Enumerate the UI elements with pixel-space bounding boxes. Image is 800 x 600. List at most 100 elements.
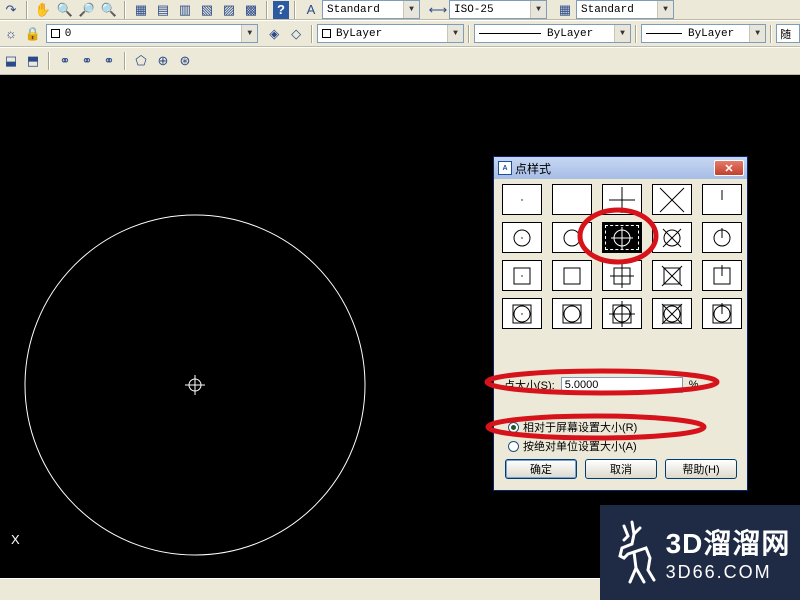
3d-orbit-icon[interactable]: ⬠ — [131, 52, 151, 70]
layer-select[interactable]: 0 ▼ — [45, 24, 259, 43]
union-icon[interactable]: ⚭ — [55, 52, 75, 70]
point-style-circle-square-x[interactable] — [652, 298, 692, 329]
modify-toolbar: ⬓ ⬒ ⚭ ⚭ ⚭ ⬠ ⊕ ⊛ — [0, 47, 800, 75]
layers-toolbar: ☼ 🔒 0 ▼ ◈ ◇ ByLayer ▼ ByLayer ▼ ByLayer … — [0, 20, 800, 47]
chevron-down-icon: ▼ — [447, 25, 464, 42]
radio-selected-icon — [508, 421, 519, 433]
point-style-circle-square-tick[interactable] — [702, 298, 742, 329]
properties-icon[interactable]: ▦ — [131, 1, 151, 19]
point-size-row: 点大小(S): 5.0000 % — [504, 377, 699, 393]
layer-lock-icon[interactable]: 🔒 — [23, 25, 43, 43]
markup-icon[interactable]: ▨ — [219, 1, 239, 19]
point-style-circle-dot[interactable] — [502, 222, 542, 253]
intersect-icon[interactable]: ⚭ — [99, 52, 119, 70]
radio-relative-to-screen[interactable]: 相对于屏幕设置大小(R) — [508, 419, 637, 435]
help-icon[interactable]: ? — [273, 0, 289, 19]
point-style-square-tick[interactable] — [702, 260, 742, 291]
dialog-title: 点样式 — [515, 161, 552, 176]
separator — [634, 24, 637, 43]
separator — [294, 0, 296, 19]
plot-style-select[interactable]: 随 — [776, 24, 800, 43]
radio-unselected-icon — [508, 440, 519, 452]
color-swatch — [322, 29, 331, 38]
chevron-down-icon: ▼ — [530, 1, 546, 18]
free-orbit-icon[interactable]: ⊕ — [153, 52, 173, 70]
subtract-icon[interactable]: ⚭ — [77, 52, 97, 70]
layer-previous-icon[interactable]: ◇ — [286, 25, 306, 43]
tool-palettes-icon[interactable]: ▥ — [175, 1, 195, 19]
point-style-circle-square[interactable] — [552, 298, 592, 329]
chevron-down-icon: ▼ — [403, 1, 419, 18]
layer-color-swatch — [50, 29, 60, 38]
chevron-down-icon: ▼ — [749, 25, 766, 42]
close-button[interactable]: ✕ — [714, 160, 744, 176]
point-style-square-dot[interactable] — [502, 260, 542, 291]
layer-state-icon[interactable]: ☼ — [1, 25, 21, 43]
pan-icon[interactable]: ✋ — [33, 1, 53, 19]
watermark-text: 3D溜溜网 3D66.COM — [666, 522, 791, 583]
point-style-dialog: A 点样式 ✕ 点大小(S): 5.0000 % 相对于屏幕设置大小(R) 按绝… — [493, 156, 748, 491]
point-style-circle-tick[interactable] — [702, 222, 742, 253]
chevron-down-icon: ▼ — [657, 1, 673, 18]
sheet-set-icon[interactable]: ▧ — [197, 1, 217, 19]
autocad-icon: A — [498, 161, 512, 175]
redo-icon[interactable]: ↷ — [1, 1, 21, 19]
separator — [26, 0, 28, 19]
site-watermark: 3D溜溜网 3D66.COM — [600, 505, 800, 600]
point-style-none[interactable] — [552, 184, 592, 215]
table-style-icon[interactable]: ▦ — [555, 1, 575, 19]
cancel-button[interactable]: 取消 — [585, 459, 657, 479]
table-style-select[interactable]: Standard ▼ — [576, 0, 674, 19]
point-style-circle-x[interactable] — [652, 222, 692, 253]
linetype-select[interactable]: ByLayer ▼ — [474, 24, 631, 43]
zoom-previous-icon[interactable]: 🔍 — [99, 1, 119, 19]
autocad-window: ↷ ✋ 🔍 🔎 🔍 ▦ ▤ ▥ ▧ ▨ ▩ ? A Standard ▼ ⟷ IS… — [0, 0, 800, 600]
dialog-titlebar[interactable]: A 点样式 ✕ — [494, 157, 747, 179]
chevron-down-icon: ▼ — [241, 25, 258, 42]
percent-label: % — [688, 379, 699, 391]
separator — [48, 52, 50, 70]
zoom-realtime-icon[interactable]: 🔍 — [55, 1, 75, 19]
separator — [770, 24, 773, 43]
zoom-window-icon[interactable]: 🔎 — [77, 1, 97, 19]
lineweight-select[interactable]: ByLayer ▼ — [640, 24, 767, 43]
point-size-label: 点大小(S): — [504, 380, 555, 392]
point-style-circle-square-plus[interactable] — [602, 298, 642, 329]
point-style-square-plus[interactable] — [602, 260, 642, 291]
color-select[interactable]: ByLayer ▼ — [317, 24, 465, 43]
radio-absolute-label: 按绝对单位设置大小(A) — [523, 441, 637, 453]
dim-style-icon[interactable]: ⟷ — [428, 1, 448, 19]
separator — [311, 24, 313, 43]
deer-logo-icon — [617, 520, 656, 583]
point-style-square[interactable] — [552, 260, 592, 291]
design-center-icon[interactable]: ▤ — [153, 1, 173, 19]
styles-toolbar: ↷ ✋ 🔍 🔎 🔍 ▦ ▤ ▥ ▧ ▨ ▩ ? A Standard ▼ ⟷ IS… — [0, 0, 800, 20]
separator — [124, 0, 126, 19]
linetype-sample — [479, 33, 542, 34]
separator — [468, 24, 471, 43]
make-current-layer-icon[interactable]: ◈ — [264, 25, 284, 43]
continuous-orbit-icon[interactable]: ⊛ — [175, 52, 195, 70]
point-style-tick[interactable] — [702, 184, 742, 215]
point-marker[interactable] — [185, 375, 205, 395]
text-style-icon[interactable]: A — [301, 1, 321, 19]
radio-absolute-units[interactable]: 按绝对单位设置大小(A) — [508, 438, 637, 454]
point-style-square-x[interactable] — [652, 260, 692, 291]
dim-style-select[interactable]: ISO-25 ▼ — [449, 0, 547, 19]
separator — [266, 0, 268, 19]
help-button[interactable]: 帮助(H) — [665, 459, 737, 479]
text-style-select[interactable]: Standard ▼ — [322, 0, 420, 19]
calculator-icon[interactable]: ▩ — [241, 1, 261, 19]
point-style-x[interactable] — [652, 184, 692, 215]
ok-button[interactable]: 确定 — [505, 459, 577, 479]
point-size-input[interactable]: 5.0000 — [560, 377, 683, 393]
point-style-circle[interactable] — [552, 222, 592, 253]
point-style-circle-square-dot[interactable] — [502, 298, 542, 329]
shell-icon[interactable]: ⬒ — [23, 52, 43, 70]
watermark-main: 3D溜溜网 — [665, 528, 791, 559]
solid-editing-icon[interactable]: ⬓ — [1, 52, 21, 70]
point-style-plus[interactable] — [602, 184, 642, 215]
separator — [124, 52, 126, 70]
point-style-dot[interactable] — [502, 184, 542, 215]
point-style-circle-plus-selected[interactable] — [602, 222, 642, 253]
